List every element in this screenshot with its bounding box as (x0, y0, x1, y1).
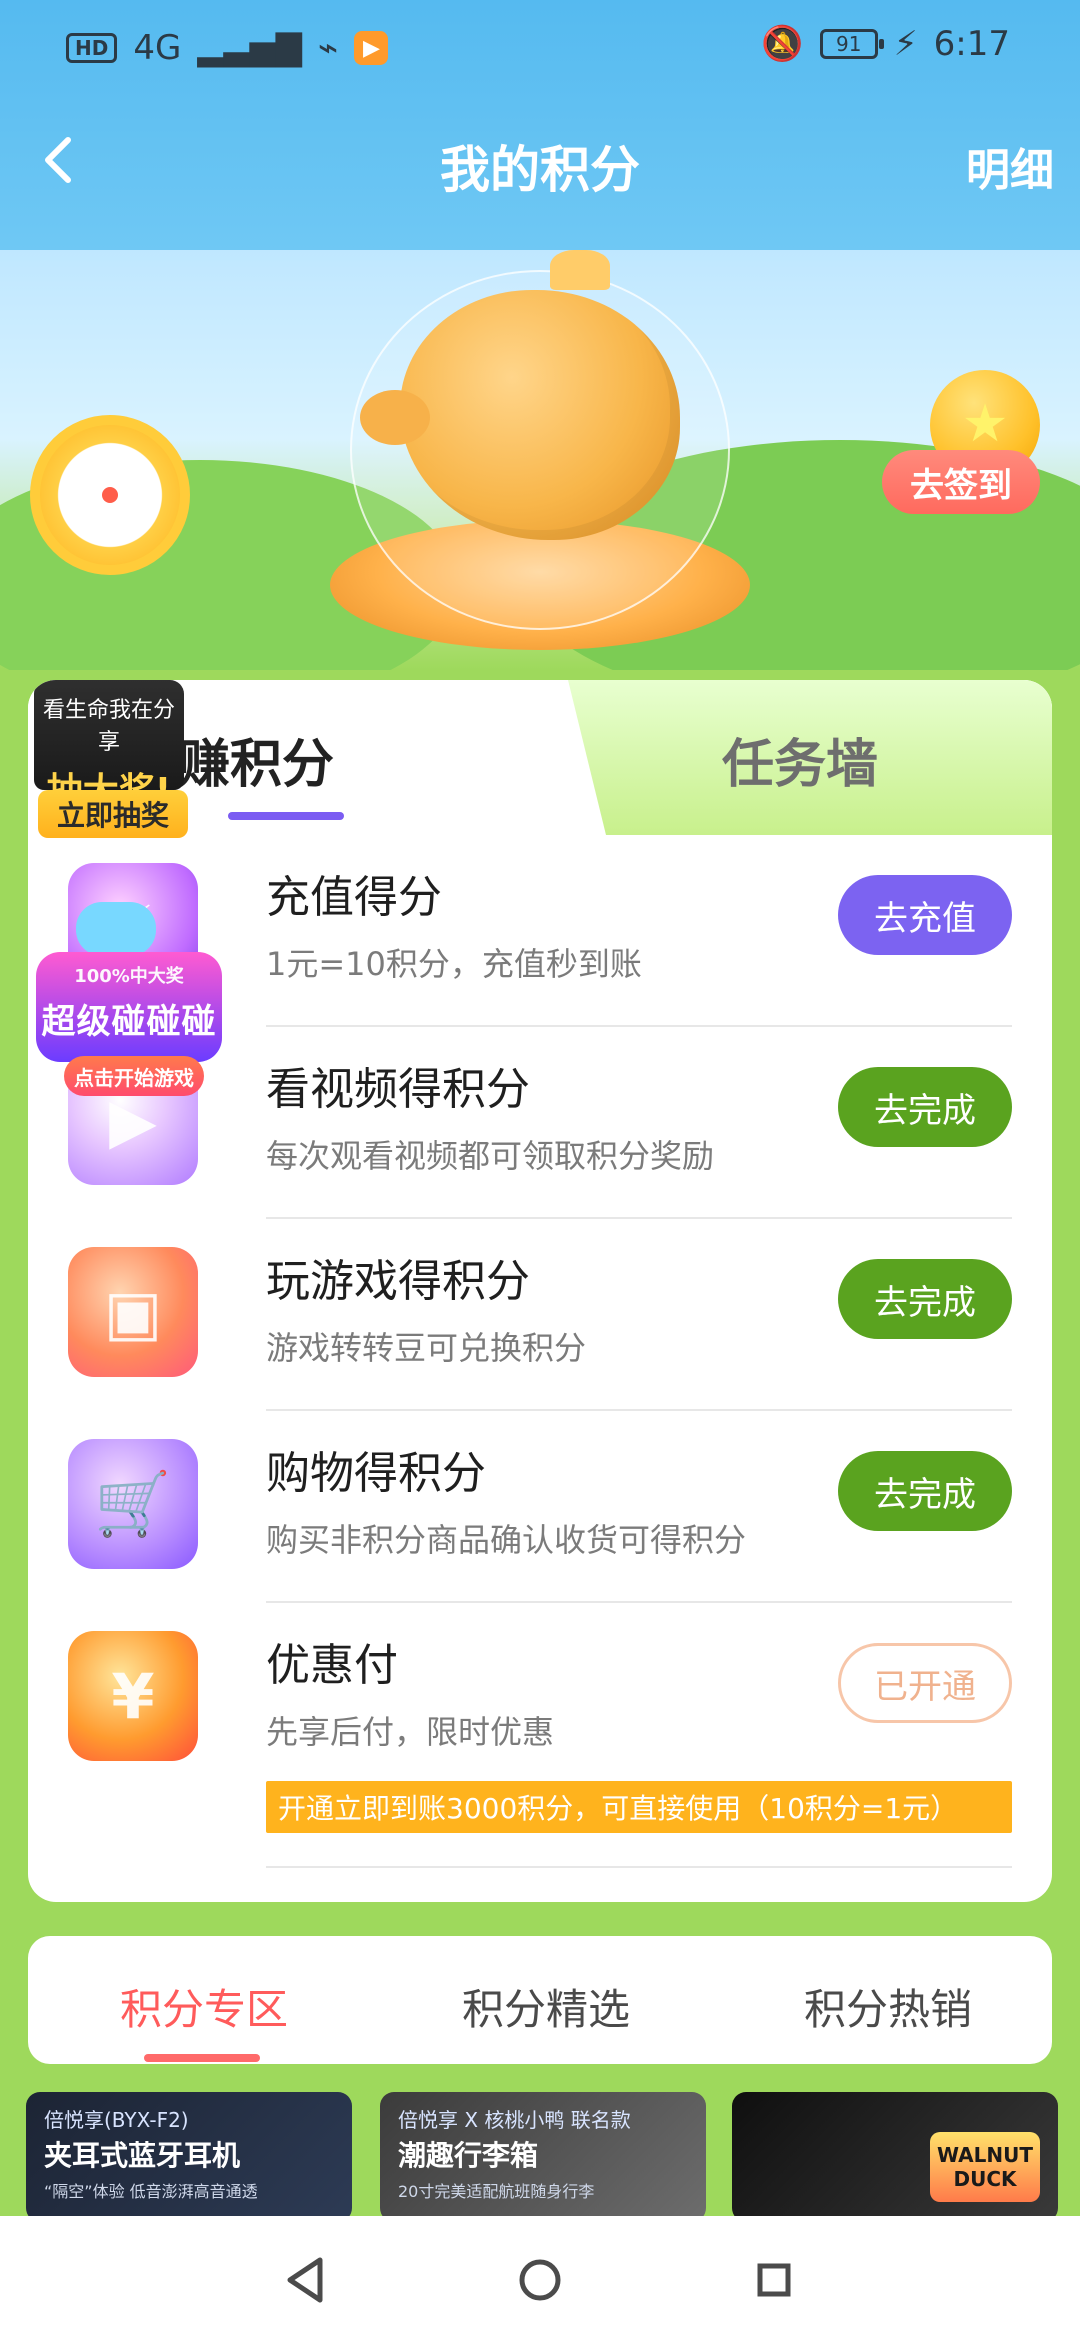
game-screen-icon: ▣ (103, 1275, 163, 1349)
bell-off-icon: 🔕 (761, 24, 804, 64)
points-zone-tabs: 积分专区 积分精选 积分热销 (28, 1936, 1052, 2064)
active-tab-underline (144, 2054, 260, 2062)
mascot-icon (76, 902, 156, 956)
task-desc: 1元=10积分，充值秒到账 (266, 945, 642, 983)
tab-points-zone[interactable]: 积分专区 (120, 1976, 288, 2037)
super-collision-big: 超级碰碰碰 (41, 1002, 217, 1042)
lottery-top-small: 看生命我在分享 (42, 698, 175, 755)
product-line-2: 潮趣行李箱 (398, 2139, 539, 2172)
status-bar: HD 4G ▂▃▅▇ ⌁ ▶ 🔕 91 ⚡ 6:17 (0, 0, 1080, 90)
task-title: 充值得分 (266, 872, 442, 923)
hd-indicator: HD (66, 33, 118, 63)
walnut-duck-logo: WALNUT DUCK (930, 2132, 1040, 2202)
complete-game-button[interactable]: 去完成 (838, 1259, 1012, 1339)
charging-icon: ⚡ (893, 24, 918, 64)
status-left: HD 4G ▂▃▅▇ ⌁ ▶ (66, 28, 389, 68)
signal-icon: ▂▃▅▇ (197, 28, 302, 68)
status-right: 🔕 91 ⚡ 6:17 (761, 24, 1010, 64)
task-desc: 每次观看视频都可领取积分奖励 (266, 1137, 715, 1175)
earn-tabs: 赚积分 任务墙 看生命我在分享 抽大奖! 立即抽奖 (28, 680, 1052, 838)
product-line-3: 20寸完美适配航班随身行李 (398, 2182, 595, 2201)
product-line-1: 倍悦享(BYX-F2) (44, 2108, 189, 2132)
play-badge-icon: ▶ (354, 31, 389, 65)
coupon-yuan-icon: ¥ (68, 1631, 198, 1761)
lottery-promo: 看生命我在分享 抽大奖! (34, 680, 184, 812)
points-page: HD 4G ▂▃▅▇ ⌁ ▶ 🔕 91 ⚡ 6:17 我的积分 明细 ★ 去签到… (0, 0, 1080, 2340)
complete-shopping-button[interactable]: 去完成 (838, 1451, 1012, 1531)
super-collision-small: 100%中大奖 (74, 966, 184, 987)
hero-banner: ★ 去签到 (0, 250, 1080, 670)
task-item: 🛒 购物得积分 购买非积分商品确认收货可得积分 去完成 (28, 1411, 1052, 1603)
triangle-back-icon (287, 2257, 323, 2303)
product-line-2: 夹耳式蓝牙耳机 (44, 2139, 241, 2172)
task-desc: 游戏转转豆可兑换积分 (266, 1329, 587, 1367)
product-card[interactable]: 倍悦享 X 核桃小鸭 联名款 潮趣行李箱 20寸完美适配航班随身行李 (380, 2092, 706, 2222)
task-desc: 购买非积分商品确认收货可得积分 (266, 1521, 747, 1559)
task-title: 看视频得积分 (266, 1064, 530, 1115)
task-title: 玩游戏得积分 (266, 1256, 530, 1307)
sign-in-widget[interactable]: ★ 去签到 (882, 370, 1060, 530)
shopping-cart-icon: 🛒 (68, 1439, 198, 1569)
product-line-3: “隔空”体验 低音澎湃高音通透 (44, 2182, 258, 2201)
nav-home-button[interactable] (510, 2250, 570, 2310)
top-bar: HD 4G ▂▃▅▇ ⌁ ▶ 🔕 91 ⚡ 6:17 我的积分 明细 (0, 0, 1080, 250)
tab-points-selection[interactable]: 积分精选 (462, 1976, 630, 2037)
promo-banner: 开通立即到账3000积分，可直接使用（10积分=1元） (266, 1781, 1012, 1833)
tab-earn-underline (228, 812, 344, 820)
task-title: 购物得积分 (266, 1448, 486, 1499)
battery-level: 91 (836, 32, 862, 56)
product-card[interactable]: WALNUT DUCK (732, 2092, 1058, 2222)
super-collision-overlay[interactable]: 100%中大奖 超级碰碰碰 点击开始游戏 (18, 902, 222, 1096)
tab-task-wall[interactable]: 任务墙 (722, 722, 878, 797)
time: 6:17 (933, 24, 1010, 64)
product-line-1: 倍悦享 X 核桃小鸭 联名款 (398, 2108, 631, 2132)
task-item: ¥ 优惠付 先享后付，限时优惠 已开通 开通立即到账3000积分，可直接使用（1… (28, 1603, 1052, 1868)
battery-indicator: 91 (819, 29, 884, 59)
lottery-button[interactable]: 立即抽奖 (38, 790, 188, 838)
recharge-button[interactable]: 去充值 (838, 875, 1012, 955)
tv-icon: ▣ (68, 1247, 198, 1377)
yuan-icon: ¥ (111, 1659, 155, 1733)
nav-recent-button[interactable] (744, 2250, 804, 2310)
circle-home-icon (519, 2259, 561, 2301)
system-navigation-bar (0, 2216, 1080, 2340)
activated-button: 已开通 (838, 1643, 1012, 1723)
square-recent-icon (757, 2263, 791, 2297)
super-collision-play-button[interactable]: 点击开始游戏 (64, 1056, 204, 1096)
task-title: 优惠付 (266, 1640, 398, 1691)
earn-points-card: 赚积分 任务墙 看生命我在分享 抽大奖! 立即抽奖 ⚡ 充值得分 1元=10积分… (28, 680, 1052, 1902)
nav-back-button[interactable] (276, 2250, 336, 2310)
super-collision-tag: 100%中大奖 超级碰碰碰 (36, 952, 222, 1062)
lottery-badge[interactable]: 看生命我在分享 抽大奖! 立即抽奖 (28, 680, 188, 850)
tab-points-hot[interactable]: 积分热销 (804, 1976, 972, 2037)
wifi-icon: ⌁ (317, 28, 339, 68)
nav-bar: 我的积分 明细 (0, 100, 1080, 220)
divider (266, 1866, 1012, 1868)
page-title: 我的积分 (440, 141, 640, 199)
cart-glyph-icon: 🛒 (94, 1467, 172, 1540)
tab-earn-points[interactable]: 赚积分 (178, 722, 334, 797)
prize-wheel-icon[interactable] (30, 415, 190, 575)
sign-in-button[interactable]: 去签到 (882, 450, 1040, 514)
details-link[interactable]: 明细 (966, 134, 1054, 198)
task-item: ▣ 玩游戏得积分 游戏转转豆可兑换积分 去完成 (28, 1219, 1052, 1411)
network-indicator: 4G (133, 28, 182, 68)
complete-video-button[interactable]: 去完成 (838, 1067, 1012, 1147)
product-strip: 倍悦享(BYX-F2) 夹耳式蓝牙耳机 “隔空”体验 低音澎湃高音通透 倍悦享 … (0, 2092, 1080, 2222)
task-desc: 先享后付，限时优惠 (266, 1713, 555, 1751)
product-card[interactable]: 倍悦享(BYX-F2) 夹耳式蓝牙耳机 “隔空”体验 低音澎湃高音通透 (26, 2092, 352, 2222)
